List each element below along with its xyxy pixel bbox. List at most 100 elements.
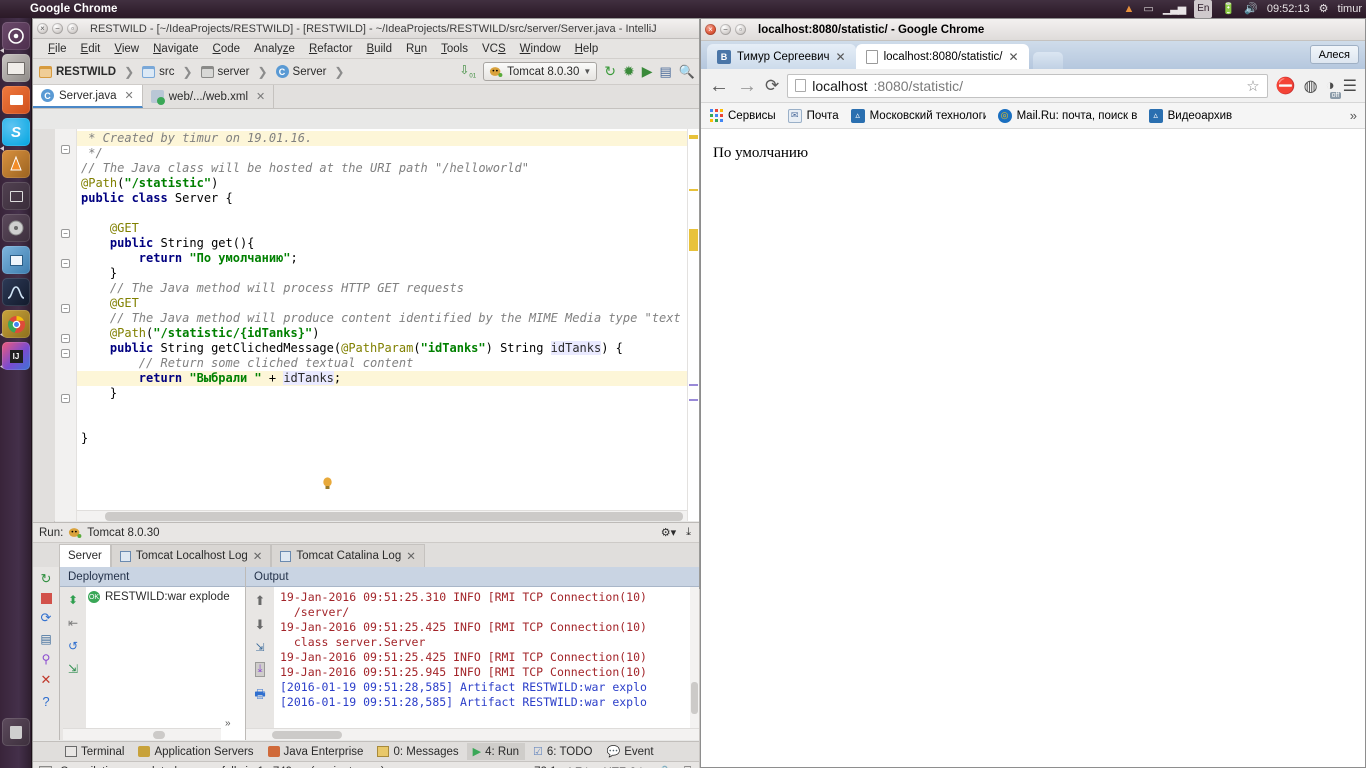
trash-icon[interactable]	[2, 718, 30, 746]
idea-close-button[interactable]: ×	[37, 23, 48, 34]
output-log-view[interactable]: 19-Jan-2016 09:51:25.310 INFO [RMI TCP C…	[274, 587, 699, 728]
rerun-icon[interactable]: ↻	[41, 571, 52, 587]
settings-layout-icon[interactable]: ▤	[40, 632, 51, 646]
scroll-to-end-icon[interactable]: ⤓	[254, 662, 266, 677]
menu-help[interactable]: Help	[568, 41, 606, 57]
code-line[interactable]: // The Java method will produce content …	[77, 311, 687, 326]
code-line[interactable]: }	[77, 431, 687, 446]
fold-icon[interactable]: −	[61, 334, 70, 343]
editor-tab-server-java[interactable]: C Server.java ✕	[33, 85, 143, 108]
editor-tab-web-xml[interactable]: web/.../web.xml ✕	[143, 85, 275, 108]
chrome-icon[interactable]	[2, 310, 30, 338]
menu-navigate[interactable]: Navigate	[146, 41, 205, 57]
chrome-maximize-button[interactable]: ▫	[735, 24, 746, 35]
extension-icon[interactable]: ◍	[1304, 76, 1318, 96]
fold-icon[interactable]: −	[61, 145, 70, 154]
code-line[interactable]: }	[77, 266, 687, 281]
source-code-view[interactable]: * Created by timur on 19.01.16. */ // The…	[77, 129, 687, 521]
breadcrumb-item-0[interactable]: RESTWILD	[56, 66, 116, 78]
menu-vcs[interactable]: VCS	[475, 41, 513, 57]
code-line[interactable]: */	[77, 146, 687, 161]
code-line[interactable]	[77, 206, 687, 221]
code-line[interactable]: public String get(){	[77, 236, 687, 251]
output-vertical-scrollbar[interactable]	[690, 587, 699, 728]
gear-icon[interactable]: ⚙	[1319, 0, 1329, 18]
update-icon[interactable]: ⇲	[68, 662, 78, 676]
editor-horizontal-scrollbar[interactable]	[77, 510, 687, 521]
close-icon[interactable]: ✕	[836, 50, 846, 64]
clock-label[interactable]: 09:52:13	[1267, 0, 1310, 18]
code-line[interactable]	[77, 416, 687, 431]
graph-icon[interactable]	[2, 278, 30, 306]
fold-icon[interactable]: −	[61, 304, 70, 313]
deployment-horizontal-scrollbar[interactable]	[63, 728, 221, 740]
editor-marker-bar[interactable]	[687, 129, 699, 521]
line-separator[interactable]: LF⇳	[568, 765, 591, 768]
adblock-icon[interactable]: ⛔	[1276, 76, 1296, 96]
fold-icon[interactable]: −	[61, 229, 70, 238]
menu-analyze[interactable]: Analyze	[247, 41, 302, 57]
menu-window[interactable]: Window	[513, 41, 568, 57]
close-icon[interactable]: ✕	[406, 549, 416, 563]
search-icon[interactable]: 🔍	[679, 64, 695, 80]
run-expand-icon[interactable]: »	[225, 718, 231, 729]
code-line[interactable]: // Return some cliched textual content	[77, 356, 687, 371]
bookmarks-overflow-icon[interactable]: »	[1350, 108, 1357, 123]
ghostery-off-icon[interactable]: ◑ off	[1326, 77, 1342, 99]
hide-window-icon[interactable]: ⤓	[686, 526, 691, 539]
stop-icon[interactable]	[40, 593, 52, 604]
terminal-icon[interactable]	[2, 182, 30, 210]
bookmark-services[interactable]: Сервисы	[709, 109, 776, 123]
code-line[interactable]: }	[77, 386, 687, 401]
close-icon[interactable]: ✕	[125, 89, 134, 102]
fold-icon[interactable]: −	[61, 349, 70, 358]
code-line[interactable]: @GET	[77, 221, 687, 236]
chrome-close-button[interactable]: ×	[705, 24, 716, 35]
debug-icon[interactable]: ✹	[623, 63, 635, 80]
skype-icon[interactable]: S	[2, 118, 30, 146]
tool-window-todo[interactable]: ☑ 6: TODO	[527, 743, 598, 760]
files-icon[interactable]	[2, 54, 30, 82]
run-tab-tomcat-catalina-log[interactable]: Tomcat Catalina Log ✕	[271, 544, 425, 567]
editor-gutter[interactable]: − − − − − − −	[55, 129, 77, 521]
forward-button[interactable]: →	[737, 76, 757, 96]
code-line[interactable]: return "Выбрали " + idTanks;	[77, 371, 687, 386]
reload-button[interactable]: ⟳	[765, 76, 779, 96]
software-center-icon[interactable]	[2, 86, 30, 114]
layout-icon[interactable]: ▤	[660, 64, 672, 80]
close-icon[interactable]: ✕	[1009, 50, 1019, 64]
breadcrumb-item-2[interactable]: server	[218, 66, 250, 78]
print-icon[interactable]: 🖶	[254, 685, 265, 706]
chrome-tab-vk[interactable]: B Тимур Сергеевич ✕	[707, 44, 856, 69]
tool-window-terminal[interactable]: Terminal	[59, 744, 130, 760]
back-button[interactable]: ←	[709, 76, 729, 96]
breadcrumb-item-1[interactable]: src	[159, 66, 174, 78]
sort-icon[interactable]: ⇩01	[459, 63, 476, 79]
sdcard-icon[interactable]: ▭	[1143, 0, 1153, 18]
bookmark-mail[interactable]: ✉ Почта	[787, 108, 839, 123]
code-line[interactable]: return "По умолчанию";	[77, 251, 687, 266]
bookmark-star-icon[interactable]: ☆	[1246, 77, 1259, 95]
soft-wrap-icon[interactable]: ⇲	[255, 641, 264, 654]
code-line[interactable]: @Path("/statistic/{idTanks}")	[77, 326, 687, 341]
run-tab-tomcat-localhost-log[interactable]: Tomcat Localhost Log ✕	[110, 544, 272, 567]
deployment-list-item[interactable]: OK RESTWILD:war explode	[88, 591, 243, 603]
menu-edit[interactable]: Edit	[74, 41, 108, 57]
code-line[interactable]: * Created by timur on 19.01.16.	[77, 131, 687, 146]
calc-icon[interactable]	[2, 246, 30, 274]
keyboard-layout-icon[interactable]: En	[1194, 0, 1213, 18]
username-label[interactable]: timur	[1338, 0, 1362, 18]
volume-icon[interactable]: 🔊	[1244, 0, 1258, 18]
tool-window-messages[interactable]: 0: Messages	[371, 744, 464, 760]
undeploy-icon[interactable]: ⇤	[68, 616, 78, 630]
gear-icon[interactable]: ⚙▾	[661, 526, 676, 539]
scroll-down-icon[interactable]: ⬇	[255, 617, 266, 633]
disk-icon[interactable]	[2, 214, 30, 242]
ubuntu-dash-icon[interactable]	[2, 22, 30, 50]
code-line[interactable]: public String getClichedMessage(@PathPar…	[77, 341, 687, 356]
chrome-minimize-button[interactable]: −	[720, 24, 731, 35]
bookmark-videoarchive[interactable]: ▵ Видеоархив	[1148, 108, 1232, 123]
bookmark-mgupi[interactable]: ▵ Московский технологи	[850, 108, 986, 123]
tool-window-java-enterprise[interactable]: Java Enterprise	[262, 744, 370, 760]
bookmark-mailru[interactable]: ◎ Mail.Ru: почта, поиск в	[997, 108, 1137, 123]
